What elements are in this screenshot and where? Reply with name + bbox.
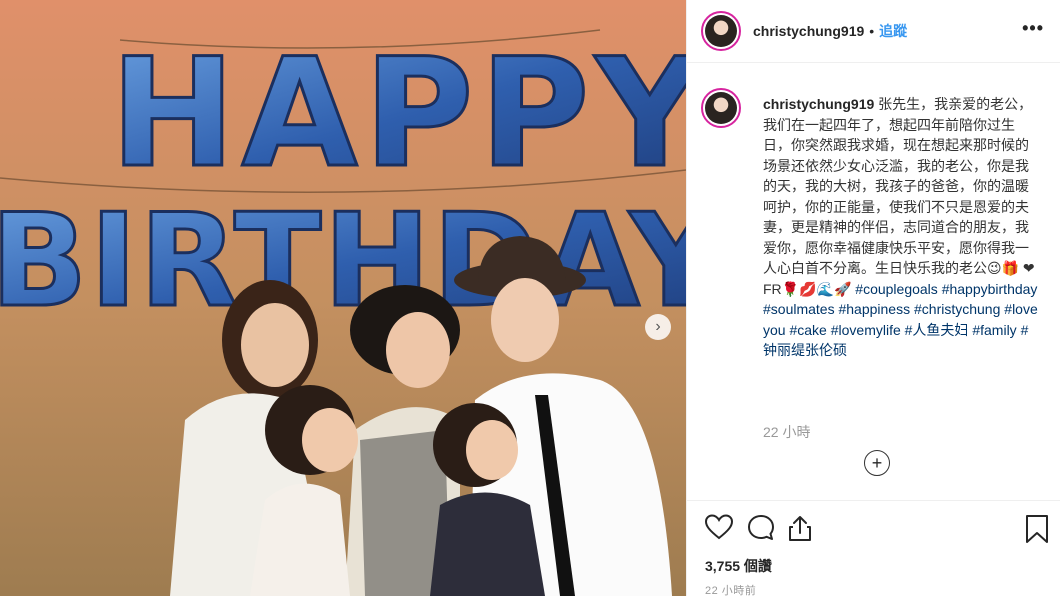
view-count[interactable]: 3,755 個讚 <box>705 556 772 576</box>
hashtag[interactable]: #人鱼夫妇 <box>905 322 969 338</box>
separator-dot: • <box>869 23 875 39</box>
hashtag[interactable]: #lovemylife <box>831 322 901 338</box>
post-sidebar: christychung919 • 追蹤 ••• christychung919… <box>687 0 1060 597</box>
actions-divider <box>687 500 1060 501</box>
hashtag[interactable]: #christychung <box>914 301 1000 317</box>
balloon-happy: HAPPY <box>110 27 686 201</box>
hashtag[interactable]: #happybirthday <box>942 281 1038 297</box>
comment-icon[interactable] <box>747 514 775 542</box>
caption-username[interactable]: christychung919 <box>763 96 874 112</box>
hashtag[interactable]: #happiness <box>838 301 910 317</box>
username-link[interactable]: christychung919 <box>753 23 864 39</box>
add-comment-icon[interactable]: + <box>864 450 890 476</box>
follow-button[interactable]: 追蹤 <box>879 21 907 41</box>
caption-avatar[interactable] <box>701 88 741 128</box>
post-photo[interactable]: HAPPY BIRTHDAY › <box>0 0 686 596</box>
hashtag[interactable]: #cake <box>789 322 826 338</box>
balloon-birthday: BIRTHDAY <box>0 187 686 336</box>
instagram-post: HAPPY BIRTHDAY › christychung919 • 追蹤 ••… <box>0 0 1060 597</box>
photo-illustration: HAPPY BIRTHDAY <box>0 0 686 596</box>
avatar-image <box>705 15 737 47</box>
share-icon[interactable] <box>787 514 813 542</box>
hashtag[interactable]: #couplegoals <box>855 281 938 297</box>
heart-icon[interactable] <box>705 514 733 540</box>
hashtag[interactable]: #family <box>972 322 1016 338</box>
caption-body: 张先生，我亲爱的老公，我们在一起四年了，想起四年前陪你过生日，你突然跟我求婚，现… <box>763 96 1033 276</box>
more-icon[interactable]: ••• <box>1022 18 1044 39</box>
post-header: christychung919 • 追蹤 ••• <box>687 0 1060 63</box>
avatar[interactable] <box>701 11 741 51</box>
hashtag[interactable]: #soulmates <box>763 301 835 317</box>
avatar-image <box>705 92 737 124</box>
next-image-icon[interactable]: › <box>645 314 671 340</box>
action-bar <box>705 514 1055 544</box>
caption-text: christychung919 张先生，我亲爱的老公，我们在一起四年了，想起四年… <box>763 94 1041 361</box>
caption-time: 22 小時 <box>763 424 811 440</box>
bookmark-icon[interactable] <box>1025 514 1049 544</box>
